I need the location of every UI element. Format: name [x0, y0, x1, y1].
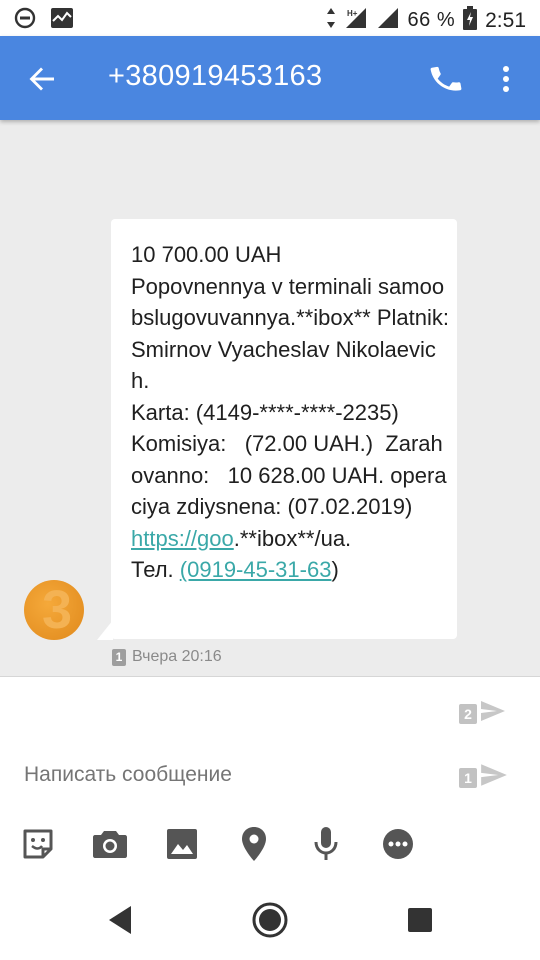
image-icon [165, 827, 199, 866]
sim-2-badge: 2 [459, 703, 477, 724]
location-icon [240, 826, 268, 867]
nav-back-icon [105, 904, 135, 941]
signal-icon [376, 7, 400, 34]
sticker-icon [21, 827, 55, 866]
back-arrow-icon [24, 67, 60, 101]
contact-avatar[interactable]: 3 [24, 580, 84, 640]
message-phone-link[interactable]: (0919-45-31-63 [180, 557, 332, 582]
message-bubble[interactable]: 10 700.00 UAH Popovnennya v terminali sa… [111, 219, 457, 639]
sim-1-badge: 1 [459, 767, 477, 788]
send-sim2-button[interactable]: 2 [459, 699, 507, 728]
more-attachments-button[interactable] [378, 826, 418, 866]
phone-icon [428, 66, 464, 101]
signal-icon: H+ [344, 7, 368, 34]
nav-home-button[interactable] [242, 894, 298, 950]
message-meta: 1 Вчера 20:16 [112, 648, 222, 666]
app-bar: +380919453163 [0, 36, 540, 120]
message-url-link[interactable]: https://goo [131, 526, 234, 551]
dnd-icon [14, 7, 36, 34]
send-sim1-button[interactable]: 1 [459, 762, 509, 793]
send-icon [479, 699, 507, 728]
nav-recents-button[interactable] [392, 894, 448, 950]
gallery-button[interactable] [162, 826, 202, 866]
nav-recents-icon [407, 907, 433, 938]
more-vert-icon [494, 66, 518, 101]
nav-back-button[interactable] [92, 894, 148, 950]
message-input[interactable] [24, 756, 424, 794]
sticker-button[interactable] [18, 826, 58, 866]
message-timestamp: Вчера 20:16 [132, 648, 222, 665]
clock: 2:51 [485, 8, 526, 32]
location-button[interactable] [234, 826, 274, 866]
status-bar: H+ 66 % 2:51 [0, 0, 540, 36]
voice-button[interactable] [306, 826, 346, 866]
sim-badge: 1 [112, 648, 126, 666]
more-options-button[interactable] [494, 61, 518, 97]
battery-percent: 66 % [407, 9, 456, 31]
camera-icon [92, 828, 128, 865]
send-icon [479, 762, 509, 793]
message-text: 10 700.00 UAH Popovnennya v terminali sa… [131, 239, 449, 586]
message-body-end: ) [331, 557, 339, 582]
data-arrows-icon [326, 7, 336, 34]
conversation-title: +380919453163 [108, 60, 323, 92]
message-body: 10 700.00 UAH Popovnennya v terminali sa… [131, 242, 449, 519]
call-button[interactable] [428, 61, 464, 97]
svg-text:H+: H+ [347, 9, 358, 18]
activity-icon [50, 7, 74, 34]
more-options-icon [381, 827, 415, 866]
avatar-glyph: 3 [41, 580, 73, 640]
mic-icon [313, 826, 339, 867]
nav-home-icon [250, 900, 290, 945]
back-button[interactable] [24, 61, 60, 97]
divider [0, 676, 540, 677]
battery-icon [463, 6, 478, 35]
camera-button[interactable] [90, 826, 130, 866]
